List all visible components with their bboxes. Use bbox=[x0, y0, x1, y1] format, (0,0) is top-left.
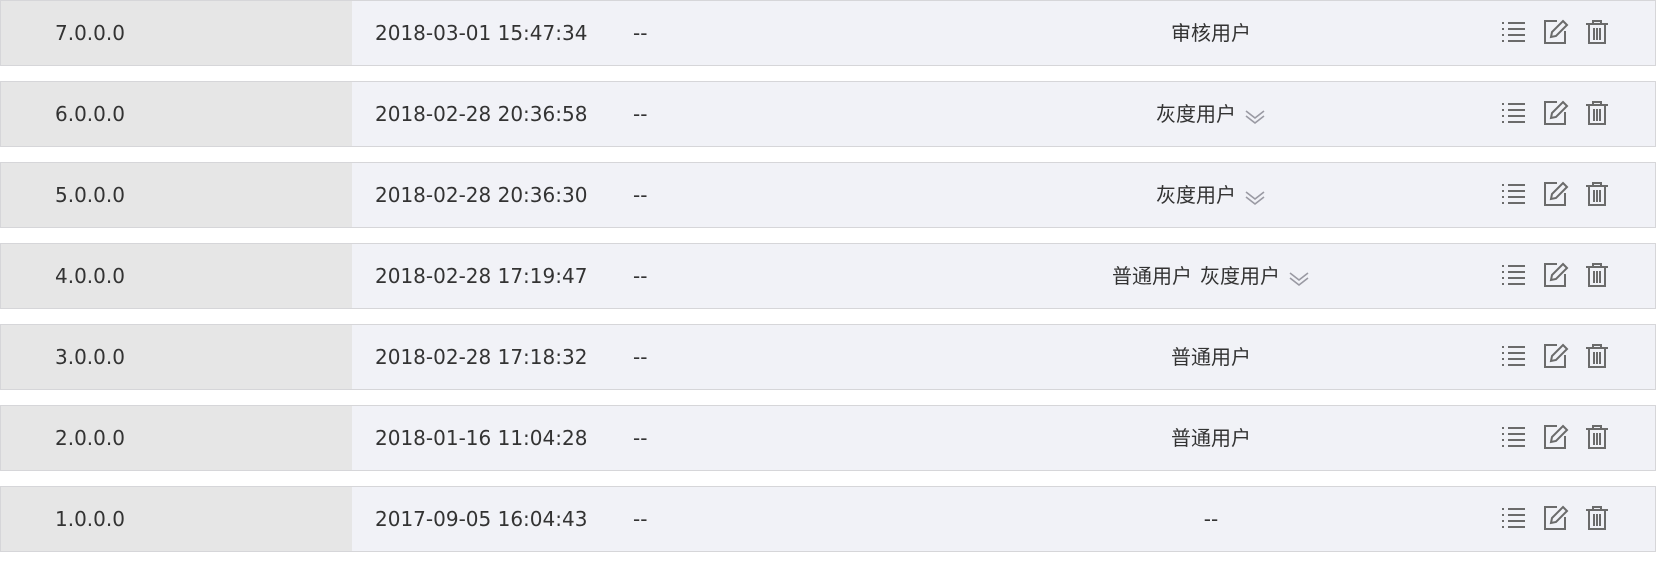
table-row: 3.0.0.0 2018-02-28 17:18:32 -- 普通用户 bbox=[0, 324, 1656, 390]
version-note: -- bbox=[633, 264, 648, 288]
version-number: 1.0.0.0 bbox=[55, 507, 125, 531]
version-number: 4.0.0.0 bbox=[55, 264, 125, 288]
user-group-label: 普通用户 bbox=[1171, 426, 1251, 450]
release-time: 2018-01-16 11:04:28 bbox=[375, 426, 588, 450]
version-note: -- bbox=[633, 102, 648, 126]
edit-icon[interactable] bbox=[1541, 261, 1569, 289]
list-icon[interactable] bbox=[1499, 18, 1527, 46]
version-cell: 5.0.0.0 bbox=[1, 163, 352, 227]
list-icon[interactable] bbox=[1499, 504, 1527, 532]
user-group-label: 灰度用户 bbox=[1156, 183, 1236, 207]
version-list: 7.0.0.0 2018-03-01 15:47:34 -- 审核用户 6.0.0.0 2… bbox=[0, 0, 1659, 584]
release-time: 2018-02-28 17:19:47 bbox=[375, 264, 588, 288]
edit-icon[interactable] bbox=[1541, 504, 1569, 532]
version-note: -- bbox=[633, 345, 648, 369]
user-groups: 灰度用户 bbox=[1001, 163, 1421, 227]
release-time: 2018-02-28 20:36:58 bbox=[375, 102, 588, 126]
user-group-label: 普通用户 bbox=[1171, 345, 1251, 369]
version-number: 6.0.0.0 bbox=[55, 102, 125, 126]
table-row: 6.0.0.0 2018-02-28 20:36:58 -- 灰度用户 bbox=[0, 81, 1656, 147]
list-icon[interactable] bbox=[1499, 261, 1527, 289]
release-time: 2018-02-28 17:18:32 bbox=[375, 345, 588, 369]
version-number: 7.0.0.0 bbox=[55, 21, 125, 45]
version-number: 2.0.0.0 bbox=[55, 426, 125, 450]
edit-icon[interactable] bbox=[1541, 342, 1569, 370]
list-icon[interactable] bbox=[1499, 99, 1527, 127]
trash-icon[interactable] bbox=[1583, 99, 1611, 127]
trash-icon[interactable] bbox=[1583, 180, 1611, 208]
release-time: 2017-09-05 16:04:43 bbox=[375, 507, 588, 531]
list-icon[interactable] bbox=[1499, 180, 1527, 208]
version-cell: 2.0.0.0 bbox=[1, 406, 352, 470]
chevron-down-double-icon[interactable] bbox=[1244, 187, 1266, 207]
trash-icon[interactable] bbox=[1583, 423, 1611, 451]
trash-icon[interactable] bbox=[1583, 18, 1611, 46]
version-note: -- bbox=[633, 507, 648, 531]
list-icon[interactable] bbox=[1499, 423, 1527, 451]
user-group-label: 灰度用户 bbox=[1156, 102, 1236, 126]
table-row: 1.0.0.0 2017-09-05 16:04:43 -- -- bbox=[0, 486, 1656, 552]
version-note: -- bbox=[633, 21, 648, 45]
user-group-label: 灰度用户 bbox=[1200, 264, 1280, 288]
version-cell: 7.0.0.0 bbox=[1, 1, 352, 65]
version-note: -- bbox=[633, 183, 648, 207]
user-groups: 普通用户 bbox=[1001, 406, 1421, 470]
edit-icon[interactable] bbox=[1541, 180, 1569, 208]
user-group-label: 普通用户 bbox=[1112, 264, 1192, 288]
list-icon[interactable] bbox=[1499, 342, 1527, 370]
chevron-down-double-icon[interactable] bbox=[1244, 106, 1266, 126]
version-cell: 3.0.0.0 bbox=[1, 325, 352, 389]
user-groups: -- bbox=[1001, 487, 1421, 551]
table-row: 4.0.0.0 2018-02-28 17:19:47 -- 普通用户 灰度用户 bbox=[0, 243, 1656, 309]
user-groups: 普通用户 bbox=[1001, 325, 1421, 389]
version-cell: 6.0.0.0 bbox=[1, 82, 352, 146]
edit-icon[interactable] bbox=[1541, 99, 1569, 127]
user-group-label: -- bbox=[1203, 507, 1219, 531]
release-time: 2018-02-28 20:36:30 bbox=[375, 183, 588, 207]
user-groups: 审核用户 bbox=[1001, 1, 1421, 65]
table-row: 2.0.0.0 2018-01-16 11:04:28 -- 普通用户 bbox=[0, 405, 1656, 471]
edit-icon[interactable] bbox=[1541, 18, 1569, 46]
table-row: 5.0.0.0 2018-02-28 20:36:30 -- 灰度用户 bbox=[0, 162, 1656, 228]
trash-icon[interactable] bbox=[1583, 504, 1611, 532]
edit-icon[interactable] bbox=[1541, 423, 1569, 451]
table-row: 7.0.0.0 2018-03-01 15:47:34 -- 审核用户 bbox=[0, 0, 1656, 66]
version-number: 5.0.0.0 bbox=[55, 183, 125, 207]
user-groups: 灰度用户 bbox=[1001, 82, 1421, 146]
trash-icon[interactable] bbox=[1583, 261, 1611, 289]
trash-icon[interactable] bbox=[1583, 342, 1611, 370]
version-cell: 4.0.0.0 bbox=[1, 244, 352, 308]
version-note: -- bbox=[633, 426, 648, 450]
release-time: 2018-03-01 15:47:34 bbox=[375, 21, 588, 45]
version-cell: 1.0.0.0 bbox=[1, 487, 352, 551]
user-groups: 普通用户 灰度用户 bbox=[1001, 244, 1421, 308]
version-number: 3.0.0.0 bbox=[55, 345, 125, 369]
chevron-down-double-icon[interactable] bbox=[1288, 268, 1310, 288]
user-group-label: 审核用户 bbox=[1171, 21, 1251, 45]
